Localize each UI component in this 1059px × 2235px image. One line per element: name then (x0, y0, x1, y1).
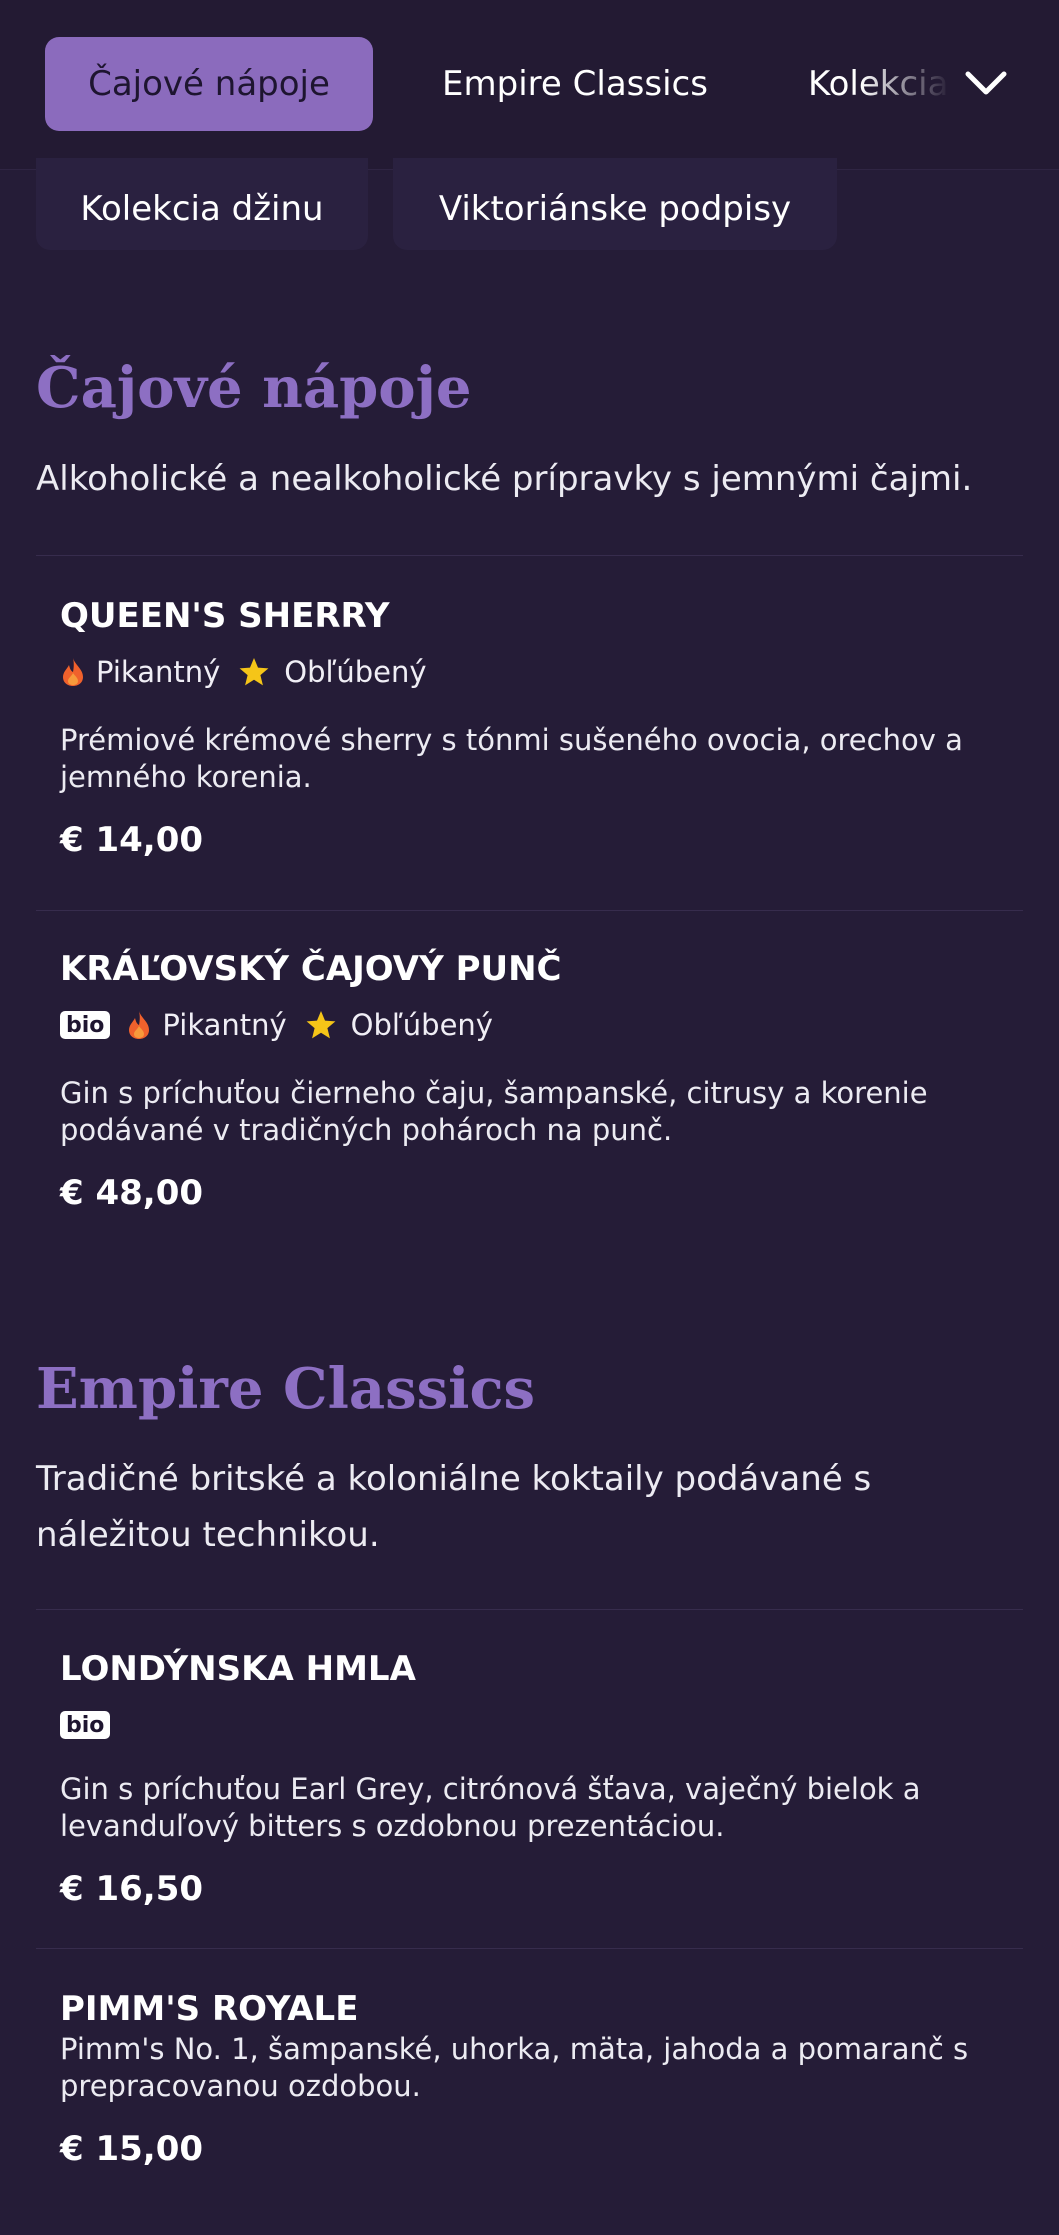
bio-badge: bio (60, 1011, 111, 1039)
item-price: € 14,00 (60, 820, 204, 860)
tag-spicy: Pikantný (126, 1008, 287, 1042)
bio-badge: bio (60, 1711, 111, 1739)
section-description: Alkoholické a nealkoholické prípravky s … (36, 459, 973, 499)
star-icon (306, 1011, 336, 1039)
item-name: LONDÝNSKA HMLA (60, 1649, 416, 1689)
menu-item-pimms-royale[interactable]: PIMM'S ROYALE Pimm's No. 1, šampanské, u… (60, 1987, 1020, 2171)
menu-item-kralovsky-cajovy-punc[interactable]: KRÁĽOVSKÝ ČAJOVÝ PUNČ bio Pikantný Obľúb… (60, 947, 1020, 1215)
flame-icon (63, 658, 83, 686)
item-name: QUEEN'S SHERRY (60, 596, 390, 636)
divider (36, 555, 1023, 556)
tag-label: Pikantný (162, 1008, 287, 1042)
divider (36, 910, 1023, 911)
tag-label: Obľúbený (350, 1008, 493, 1042)
item-name: PIMM'S ROYALE (60, 1989, 359, 2029)
overflow-category-kolekcia-dzinu[interactable]: Kolekcia džinu (36, 158, 368, 250)
item-description: Gin s príchuťou čierneho čaju, šampanské… (60, 1076, 928, 1147)
item-description: Prémiové krémové sherry s tónmi sušeného… (60, 723, 963, 794)
star-icon (239, 658, 269, 686)
item-price: € 15,00 (60, 2129, 204, 2169)
section-description: Tradičné britské a koloniálne koktaily p… (36, 1459, 872, 1555)
tag-favorite: Obľúbený (305, 1008, 493, 1042)
overflow-category-viktorianske-podpisy[interactable]: Viktoriánske podpisy (393, 158, 837, 250)
section-title-empire-classics: Empire Classics (36, 1356, 536, 1422)
item-price: € 16,50 (60, 1869, 204, 1909)
item-price: € 48,00 (60, 1173, 204, 1213)
flame-icon (129, 1011, 150, 1039)
category-nav: Čajové nápoje Empire Classics Kolekcia d… (0, 0, 1059, 170)
tab-cajove-napoje[interactable]: Čajové nápoje (45, 37, 373, 131)
menu-item-queens-sherry[interactable]: QUEEN'S SHERRY Pikantný Obľúbený Prémiov… (60, 594, 1020, 862)
divider (36, 1609, 1023, 1610)
chevron-down-icon[interactable] (958, 62, 1014, 106)
tag-favorite: Obľúbený (238, 655, 427, 689)
divider (36, 1948, 1023, 1949)
tag-label: Pikantný (96, 655, 221, 689)
tab-empire-classics[interactable]: Empire Classics (410, 37, 740, 131)
tab-kolekcia-dzinu[interactable]: Kolekcia džinu (808, 37, 958, 131)
item-name: KRÁĽOVSKÝ ČAJOVÝ PUNČ (60, 949, 562, 989)
tag-label: Obľúbený (284, 655, 427, 689)
item-tags: bio (60, 1703, 1020, 1747)
item-tags: bio Pikantný Obľúbený (60, 1003, 1020, 1047)
section-title-cajove-napoje: Čajové nápoje (36, 355, 472, 421)
item-tags: Pikantný Obľúbený (60, 650, 1020, 694)
item-description: Pimm's No. 1, šampanské, uhorka, mäta, j… (60, 2032, 969, 2103)
menu-item-londynska-hmla[interactable]: LONDÝNSKA HMLA bio Gin s príchuťou Earl … (60, 1647, 1020, 1911)
tag-spicy: Pikantný (60, 655, 220, 689)
item-description: Gin s príchuťou Earl Grey, citrónová šťa… (60, 1772, 921, 1843)
